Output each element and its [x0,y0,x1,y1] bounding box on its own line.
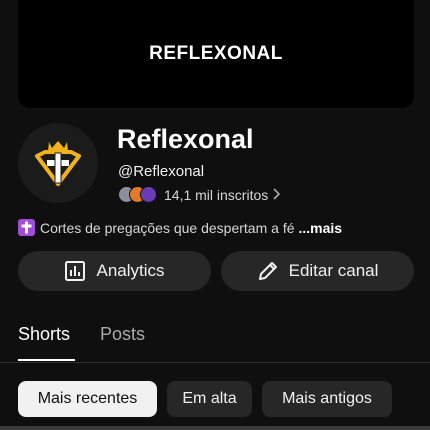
filter-chip-oldest[interactable]: Mais antigos [262,381,392,417]
tab-posts[interactable]: Posts [100,324,145,345]
tabs-divider [0,362,430,363]
pencil-icon [257,260,279,282]
latin-cross-icon [18,219,35,236]
edit-channel-label: Editar canal [288,261,379,280]
analytics-button[interactable]: Analytics [18,251,211,291]
channel-handle: @Reflexonal [118,163,205,180]
channel-description[interactable]: Cortes de pregações que despertam a fé .… [18,219,342,236]
analytics-label: Analytics [96,261,165,280]
diamond-cross-logo-icon [35,141,81,186]
active-tab-indicator [18,359,75,361]
description-text: Cortes de pregações que despertam a fé [40,219,295,236]
channel-tabs: Shorts Posts [18,324,175,345]
filter-chip-trending[interactable]: Em alta [167,381,252,417]
bar-chart-icon [64,260,86,282]
tab-shorts[interactable]: Shorts [18,324,70,345]
channel-name: Reflexonal [117,124,254,154]
subscribers-row[interactable]: 14,1 mil inscritos [118,184,281,206]
edit-channel-button[interactable]: Editar canal [221,251,414,291]
subscriber-avatar [140,186,157,203]
channel-banner: REFLEXONAL [18,0,414,108]
description-more-link[interactable]: ...mais [299,220,343,236]
filter-chip-recent[interactable]: Mais recentes [18,381,157,417]
channel-avatar[interactable] [18,123,98,203]
shorts-thumbnails-edge [0,426,430,430]
chevron-right-icon [272,187,281,203]
banner-text: REFLEXONAL [149,43,283,64]
subscriber-count: 14,1 mil inscritos [164,187,269,203]
subscriber-avatars [118,185,160,205]
